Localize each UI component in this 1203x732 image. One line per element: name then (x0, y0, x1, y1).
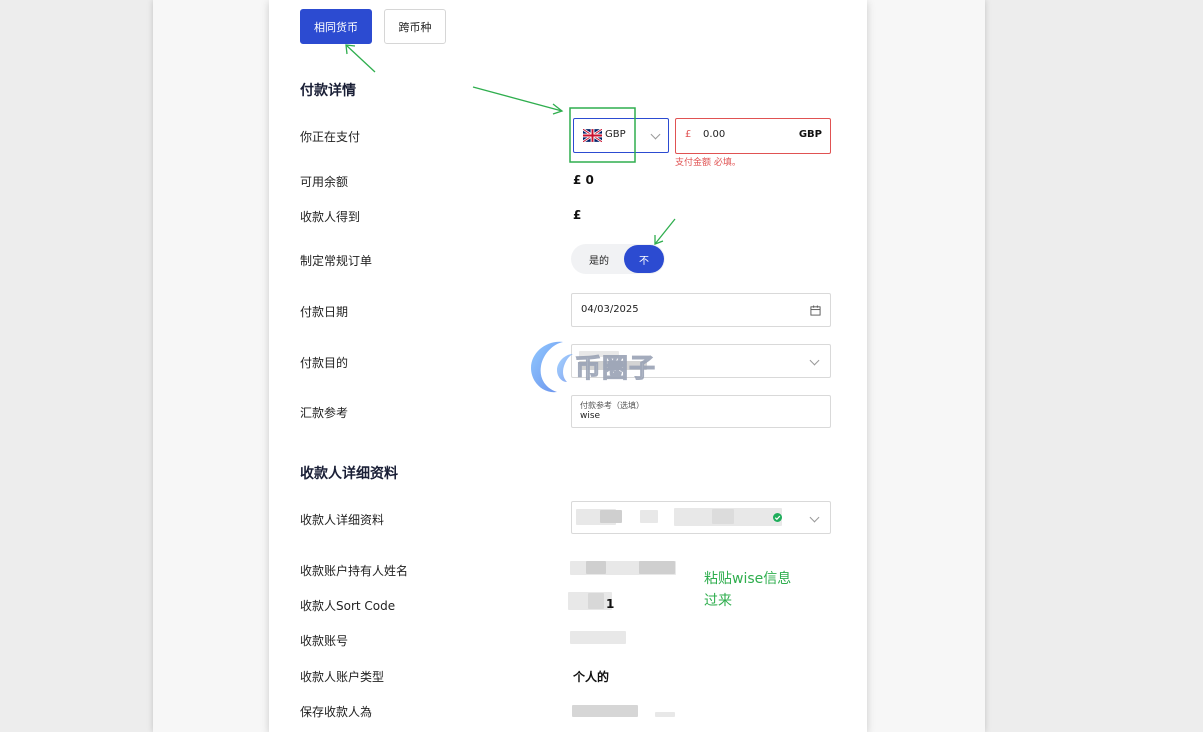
watermark: 币圈子 (525, 336, 680, 396)
watermark-text: 币圈子 (574, 354, 657, 385)
annotation-arrow-icon (654, 218, 676, 245)
annotation-highlight-box (569, 107, 636, 163)
annotation-arrow-icon (345, 44, 376, 73)
annotation-arrow-icon (472, 86, 564, 115)
